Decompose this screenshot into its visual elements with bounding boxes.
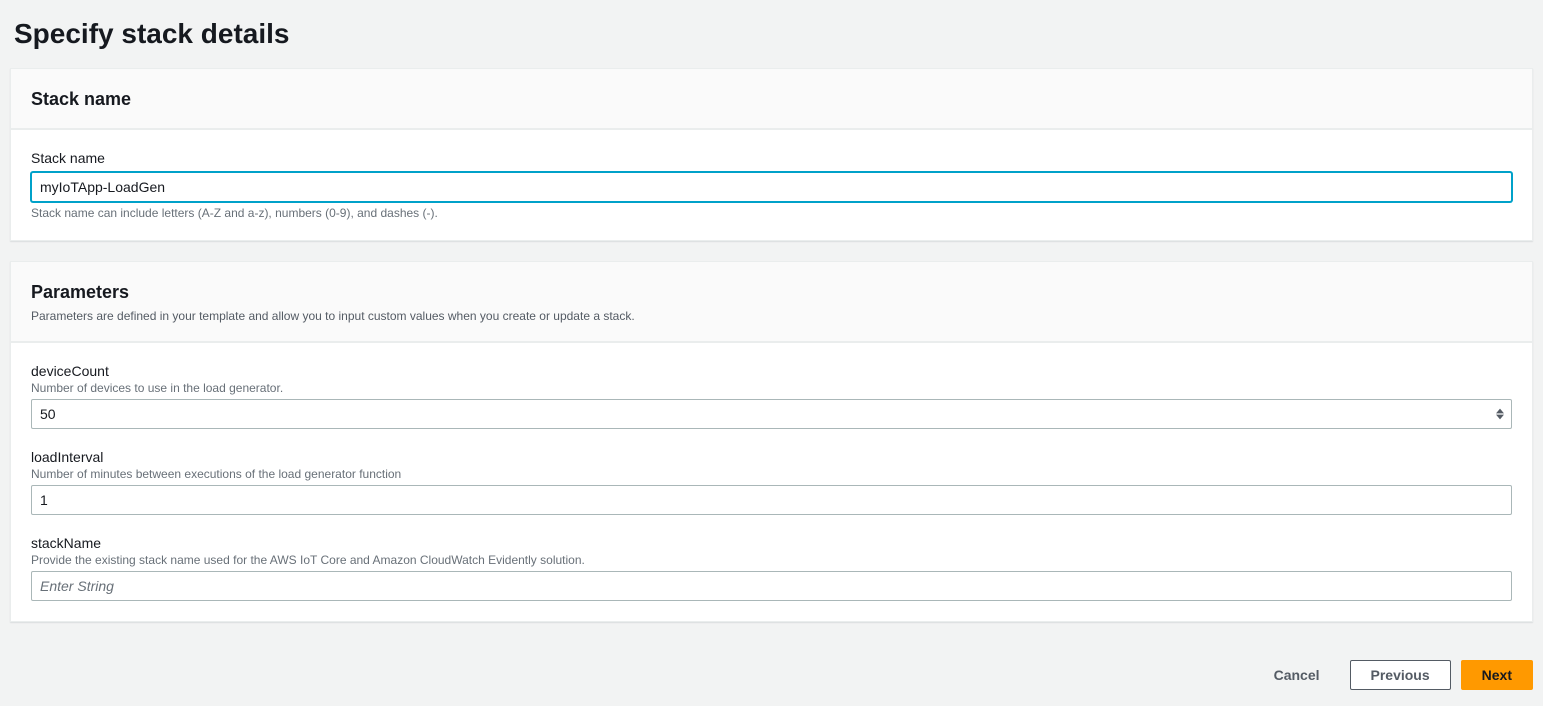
devicecount-description: Number of devices to use in the load gen… [31,381,1512,395]
stack-name-help: Stack name can include letters (A-Z and … [31,206,1512,220]
stacknameparam-input[interactable] [31,571,1512,601]
devicecount-select[interactable]: 50 [31,399,1512,429]
parameters-panel-body: deviceCount Number of devices to use in … [11,342,1532,621]
parameters-panel-header: Parameters Parameters are defined in you… [11,262,1532,342]
loadinterval-label: loadInterval [31,449,1512,465]
next-button[interactable]: Next [1461,660,1533,690]
stack-name-section-title: Stack name [31,89,1512,110]
stack-name-panel: Stack name Stack name Stack name can inc… [10,68,1533,241]
stack-name-panel-header: Stack name [11,69,1532,129]
loadinterval-description: Number of minutes between executions of … [31,467,1512,481]
stack-name-panel-body: Stack name Stack name can include letter… [11,129,1532,240]
parameters-panel: Parameters Parameters are defined in you… [10,261,1533,622]
page-title: Specify stack details [14,18,1533,50]
footer-actions: Cancel Previous Next [10,642,1533,694]
stack-name-input[interactable] [31,172,1512,202]
stacknameparam-label: stackName [31,535,1512,551]
previous-button[interactable]: Previous [1350,660,1451,690]
parameters-section-subtitle: Parameters are defined in your template … [31,309,1512,323]
stack-name-label: Stack name [31,150,1512,166]
stacknameparam-description: Provide the existing stack name used for… [31,553,1512,567]
loadinterval-input[interactable] [31,485,1512,515]
parameters-section-title: Parameters [31,282,1512,303]
cancel-button[interactable]: Cancel [1254,661,1340,689]
devicecount-label: deviceCount [31,363,1512,379]
